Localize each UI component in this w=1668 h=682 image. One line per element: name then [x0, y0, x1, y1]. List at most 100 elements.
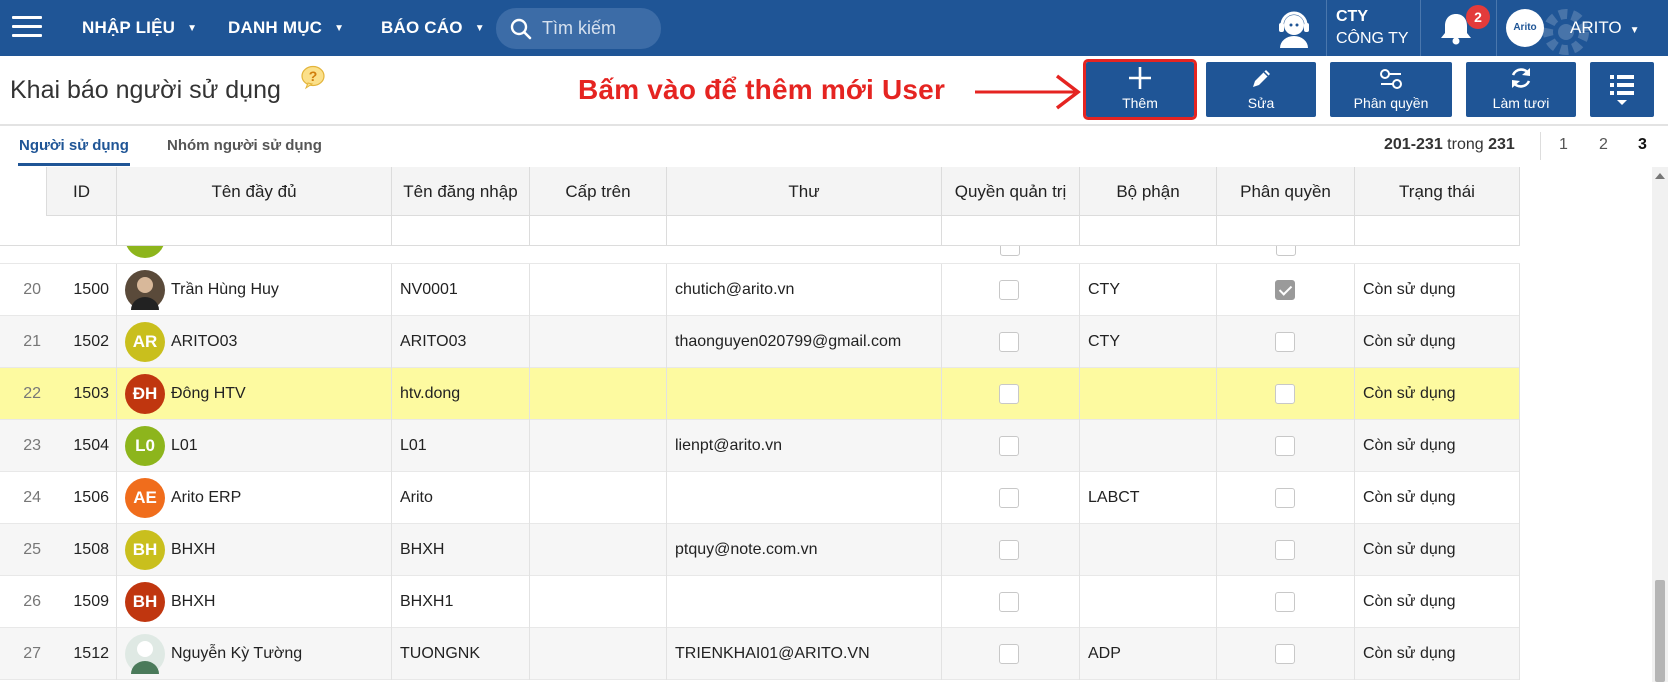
filter-manager[interactable]	[530, 216, 667, 246]
table-row[interactable]: 22 1503 ĐH Đông HTV htv.dong Còn sử dụng	[0, 368, 1520, 420]
filter-dept[interactable]	[1080, 216, 1217, 246]
table-row[interactable]: 26 1509 BH BHXH BHXH1 Còn sử dụng	[0, 576, 1520, 628]
full-name-text: Arito ERP	[171, 489, 242, 506]
table-row[interactable]: 21 1502 AR ARITO03 ARITO03 thaonguyen020799@g…	[0, 316, 1520, 368]
permission-checkbox[interactable]	[1275, 280, 1295, 300]
permission-checkbox[interactable]	[1275, 488, 1295, 508]
cell-dept: CTY	[1080, 264, 1217, 316]
admin-checkbox[interactable]	[999, 644, 1019, 664]
header-admin[interactable]: Quyền quản trị	[942, 167, 1080, 216]
hamburger-menu-icon[interactable]	[12, 16, 42, 38]
avatar: AR	[125, 322, 165, 362]
cell-full-name: Trần Hùng Huy	[117, 264, 392, 316]
filter-admin[interactable]	[942, 216, 1080, 246]
permission-checkbox[interactable]	[1275, 540, 1295, 560]
help-icon[interactable]: ?	[300, 64, 326, 90]
admin-checkbox[interactable]	[999, 488, 1019, 508]
cell-full-name: BH BHXH	[117, 524, 392, 576]
cell-permission	[1217, 628, 1355, 680]
cell-email	[667, 472, 942, 524]
page-2[interactable]: 2	[1599, 136, 1608, 154]
avatar	[125, 246, 165, 258]
more-options-button[interactable]	[1590, 62, 1654, 117]
page-3[interactable]: 3	[1638, 136, 1647, 154]
menu-danh-muc[interactable]: DANH MỤC ▼	[228, 0, 344, 56]
row-number: 23	[23, 437, 41, 454]
avatar: BH	[125, 530, 165, 570]
filter-login[interactable]	[392, 216, 530, 246]
row-number: 27	[23, 645, 41, 662]
help-mark: ?	[309, 68, 318, 84]
permission-button[interactable]: Phân quyền	[1330, 62, 1452, 117]
filter-email[interactable]	[667, 216, 942, 246]
page-1[interactable]: 1	[1559, 136, 1568, 154]
admin-checkbox[interactable]	[999, 384, 1019, 404]
permission-checkbox[interactable]	[1275, 436, 1295, 456]
permission-label: Phân quyền	[1353, 95, 1429, 111]
cell-id: 1503	[47, 368, 117, 420]
header-email[interactable]: Thư	[667, 167, 942, 216]
header-login[interactable]: Tên đăng nhập	[392, 167, 530, 216]
menu-nhap-lieu[interactable]: NHẬP LIỆU ▼	[82, 0, 197, 56]
table-row[interactable]: 24 1506 AE Arito ERP Arito LABCT Còn sử dụng	[0, 472, 1520, 524]
pager-info: 201-231 trong 231	[1384, 136, 1515, 154]
permission-checkbox[interactable]	[1275, 644, 1295, 664]
avatar: ĐH	[125, 374, 165, 414]
filter-permission[interactable]	[1217, 216, 1355, 246]
admin-checkbox[interactable]	[999, 280, 1019, 300]
pager-total: 231	[1488, 136, 1515, 153]
support-agent-icon[interactable]	[1274, 8, 1314, 48]
permission-checkbox[interactable]	[1275, 332, 1295, 352]
cell-id: 1509	[47, 576, 117, 628]
header-dept[interactable]: Bộ phận	[1080, 167, 1217, 216]
filter-status[interactable]	[1355, 216, 1520, 246]
tab-users[interactable]: Người sử dụng	[18, 126, 130, 166]
permission-checkbox[interactable]	[1275, 592, 1295, 612]
header-full-name[interactable]: Tên đầy đủ	[117, 167, 392, 216]
cell-admin	[942, 264, 1080, 316]
scroll-thumb[interactable]	[1655, 580, 1665, 682]
avatar: BH	[125, 582, 165, 622]
header-permission[interactable]: Phân quyền	[1217, 167, 1355, 216]
filter-full-name[interactable]	[117, 216, 392, 246]
table-row[interactable]: 23 1504 L0 L01 L01 lienpt@arito.vn Còn sử dụng	[0, 420, 1520, 472]
caret-down-icon: ▼	[474, 22, 485, 34]
tab-user-groups[interactable]: Nhóm người sử dụng	[167, 126, 322, 166]
checkbox	[1276, 246, 1296, 256]
cell-status: Còn sử dụng	[1355, 420, 1520, 472]
menu-bao-cao[interactable]: BÁO CÁO ▼	[381, 0, 485, 56]
permission-checkbox[interactable]	[1275, 384, 1295, 404]
cell-email: lienpt@arito.vn	[667, 420, 942, 472]
edit-button[interactable]: Sửa	[1206, 62, 1316, 117]
vertical-scrollbar[interactable]	[1652, 167, 1668, 682]
cell-login: Arito	[392, 472, 530, 524]
add-button[interactable]: Thêm	[1083, 59, 1197, 120]
header-manager[interactable]: Cấp trên	[530, 167, 667, 216]
company-switcher[interactable]: CTY CÔNG TY	[1336, 6, 1409, 50]
header-status[interactable]: Trạng thái	[1355, 167, 1520, 216]
row-number: 25	[23, 541, 41, 558]
admin-checkbox[interactable]	[999, 540, 1019, 560]
table-row[interactable]: 25 1508 BH BHXH BHXH ptquy@note.com.vn Còn sử …	[0, 524, 1520, 576]
cell-admin	[942, 628, 1080, 680]
notification-badge: 2	[1466, 5, 1490, 29]
cell-permission	[1217, 368, 1355, 420]
admin-checkbox[interactable]	[999, 592, 1019, 612]
table-row[interactable]: 27 1512 Nguyễn Kỳ Tường TUONGNK TRIENKHAI01@…	[0, 628, 1520, 680]
cell-email: chutich@arito.vn	[667, 264, 942, 316]
filter-id[interactable]	[47, 216, 117, 246]
header-rownum	[0, 167, 47, 216]
scroll-up-icon[interactable]	[1655, 173, 1665, 179]
admin-checkbox[interactable]	[999, 332, 1019, 352]
row-number: 21	[23, 333, 41, 350]
cell-full-name: L0 L01	[117, 420, 392, 472]
user-avatar[interactable]: Arito	[1506, 9, 1544, 47]
admin-checkbox[interactable]	[999, 436, 1019, 456]
plus-icon	[1129, 67, 1151, 89]
table-row[interactable]: 20 1500 Trần Hùng Huy NV0001 chutich@arito.v…	[0, 264, 1520, 316]
refresh-button[interactable]: Làm tươi	[1466, 62, 1576, 117]
search-input[interactable]	[542, 18, 652, 39]
header-id[interactable]: ID	[47, 167, 117, 216]
list-icon	[1610, 75, 1634, 105]
user-menu[interactable]: ARITO ▼	[1570, 18, 1640, 38]
